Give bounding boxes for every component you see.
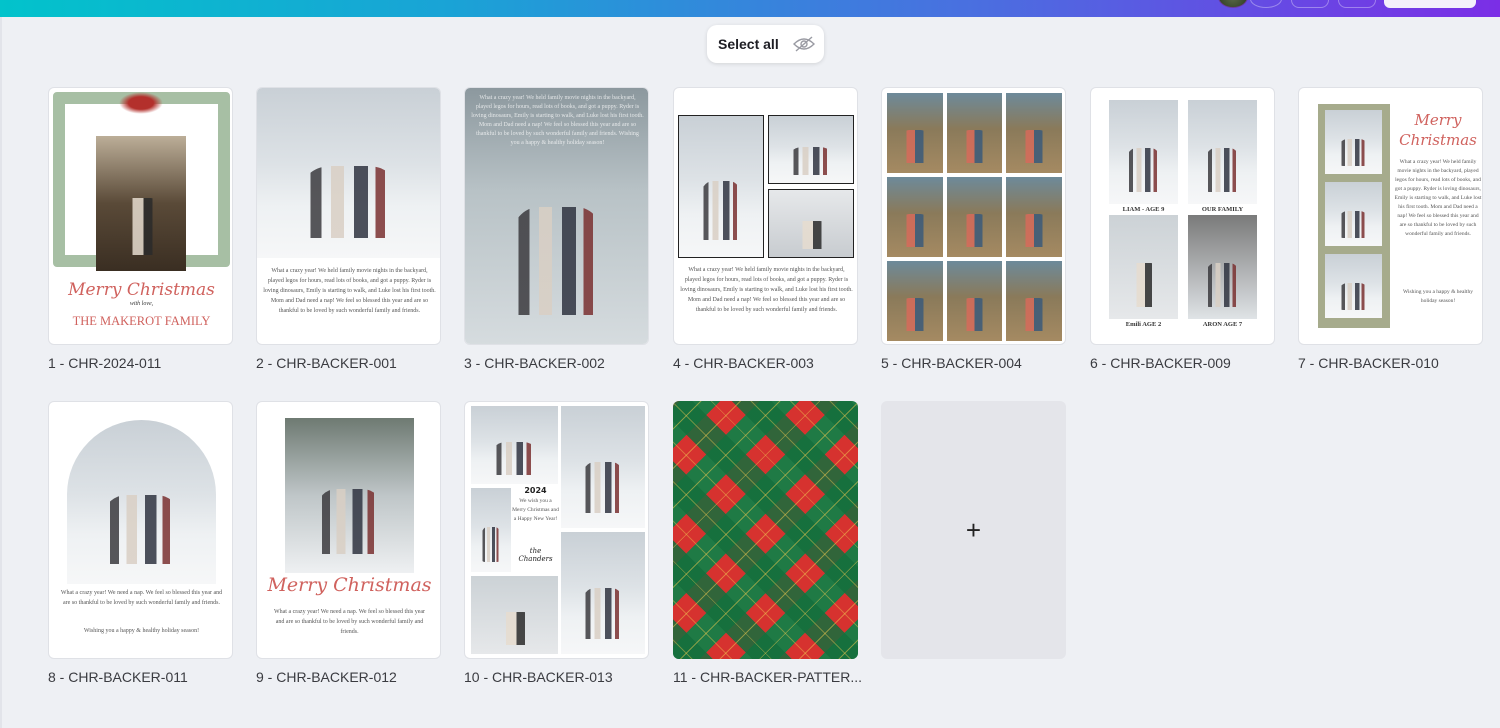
card-body: What a crazy year! We held family movie … (680, 267, 853, 313)
photo-caption: ARON AGE 7 (1202, 321, 1243, 328)
page-label[interactable]: 8 - CHR-BACKER-011 (48, 669, 188, 685)
page-thumbnail-10[interactable]: 2024 We wish you a Merry Christmas and a… (464, 401, 649, 659)
family-photo (1006, 93, 1062, 173)
family-photo (257, 88, 440, 258)
family-photo (946, 177, 1003, 257)
page-thumbnail-5[interactable] (881, 87, 1066, 345)
card-body: What a crazy year! We held family movie … (471, 95, 644, 146)
page-label[interactable]: 11 - CHR-BACKER-PATTER... (673, 669, 862, 685)
card-body: We wish you a Merry Christmas and a Happ… (512, 498, 559, 522)
family-photo (678, 115, 764, 258)
family-photo (1325, 182, 1382, 246)
family-photo (1188, 215, 1257, 319)
page-thumbnail-4[interactable]: What a crazy year! We held family movie … (673, 87, 858, 345)
select-all-label: Select all (718, 36, 779, 52)
family-photo (1006, 177, 1062, 257)
family-photo (946, 93, 1003, 173)
plus-icon: + (965, 514, 982, 545)
card-title: Merry Christmas (267, 574, 432, 596)
card-signature: the Chanders (518, 547, 553, 563)
family-photo (768, 115, 854, 184)
family-photo (67, 420, 216, 584)
family-photo (887, 177, 943, 257)
toolbar-button[interactable] (1250, 0, 1282, 8)
family-photo (1109, 215, 1178, 319)
family-photo (561, 406, 645, 528)
family-photo (887, 261, 943, 341)
select-all-button[interactable]: Select all (707, 25, 824, 63)
photo-caption: LIAM - AGE 9 (1122, 206, 1165, 213)
family-photo (96, 136, 186, 271)
toolbar-button[interactable] (1338, 0, 1376, 8)
family-photo (285, 418, 414, 573)
page-thumbnail-6[interactable]: LIAM - AGE 9 OUR FAMILY Emili AGE 2 ARON… (1090, 87, 1275, 345)
family-photo (1006, 261, 1062, 341)
family-photo (471, 576, 558, 654)
page-label[interactable]: 2 - CHR-BACKER-001 (256, 355, 397, 371)
card-closing: Wishing you a happy & healthy holiday se… (1403, 289, 1473, 304)
page-label[interactable]: 6 - CHR-BACKER-009 (1090, 355, 1231, 371)
photo-grid (887, 93, 1062, 341)
family-photo (561, 532, 645, 654)
page-thumbnail-8[interactable]: What a crazy year! We need a nap. We fee… (48, 401, 233, 659)
page-thumbnail-2[interactable]: What a crazy year! We held family movie … (256, 87, 441, 345)
page-thumbnail-11[interactable] (673, 401, 858, 659)
family-photo (1325, 110, 1382, 174)
card-year: 2024 (524, 486, 547, 495)
family-photo (1325, 254, 1382, 318)
eye-slash-icon[interactable] (792, 36, 815, 52)
card-body: What a crazy year! We held family movie … (1394, 159, 1482, 237)
family-photo (471, 488, 511, 572)
card-title: Merry Christmas (68, 280, 215, 300)
share-button[interactable] (1384, 0, 1476, 8)
toolbar-button[interactable] (1291, 0, 1329, 8)
photo-caption: OUR FAMILY (1201, 206, 1244, 213)
card-title: Merry Christmas (1399, 111, 1477, 149)
top-toolbar (0, 0, 1500, 17)
photo-caption: Emili AGE 2 (1125, 321, 1162, 328)
page-label[interactable]: 3 - CHR-BACKER-002 (464, 355, 605, 371)
page-label[interactable]: 4 - CHR-BACKER-003 (673, 355, 814, 371)
family-photo (1109, 100, 1178, 204)
page-label[interactable]: 5 - CHR-BACKER-004 (881, 355, 1022, 371)
divider (0, 17, 2, 728)
card-closing: Wishing you a happy & healthy holiday se… (83, 628, 200, 634)
page-label[interactable]: 9 - CHR-BACKER-012 (256, 669, 397, 685)
family-photo (887, 93, 943, 173)
page-thumbnail-3[interactable]: What a crazy year! We held family movie … (464, 87, 649, 345)
family-photo (946, 261, 1003, 341)
plaid-pattern (673, 401, 858, 659)
family-photo (768, 189, 854, 258)
user-avatar[interactable] (1218, 0, 1248, 8)
page-thumbnail-1[interactable]: Merry Christmas with love, THE MAKEROT F… (48, 87, 233, 345)
card-body: What a crazy year! We need a nap. We fee… (60, 590, 223, 606)
card-subtitle: with love, (129, 301, 154, 307)
page-thumbnail-7[interactable]: Merry Christmas What a crazy year! We he… (1298, 87, 1483, 345)
add-page-button[interactable]: + (881, 401, 1066, 659)
family-photo (1188, 100, 1257, 204)
family-photo (471, 406, 558, 484)
card-body: What a crazy year! We need a nap. We fee… (273, 609, 426, 635)
page-label[interactable]: 7 - CHR-BACKER-010 (1298, 355, 1439, 371)
family-name: THE MAKEROT FAMILY (72, 314, 211, 328)
page-label[interactable]: 10 - CHR-BACKER-013 (464, 669, 613, 685)
bow-icon (119, 92, 163, 114)
page-thumbnail-9[interactable]: Merry Christmas What a crazy year! We ne… (256, 401, 441, 659)
page-label[interactable]: 1 - CHR-2024-011 (48, 355, 161, 371)
card-body: What a crazy year! We held family movie … (263, 268, 436, 314)
